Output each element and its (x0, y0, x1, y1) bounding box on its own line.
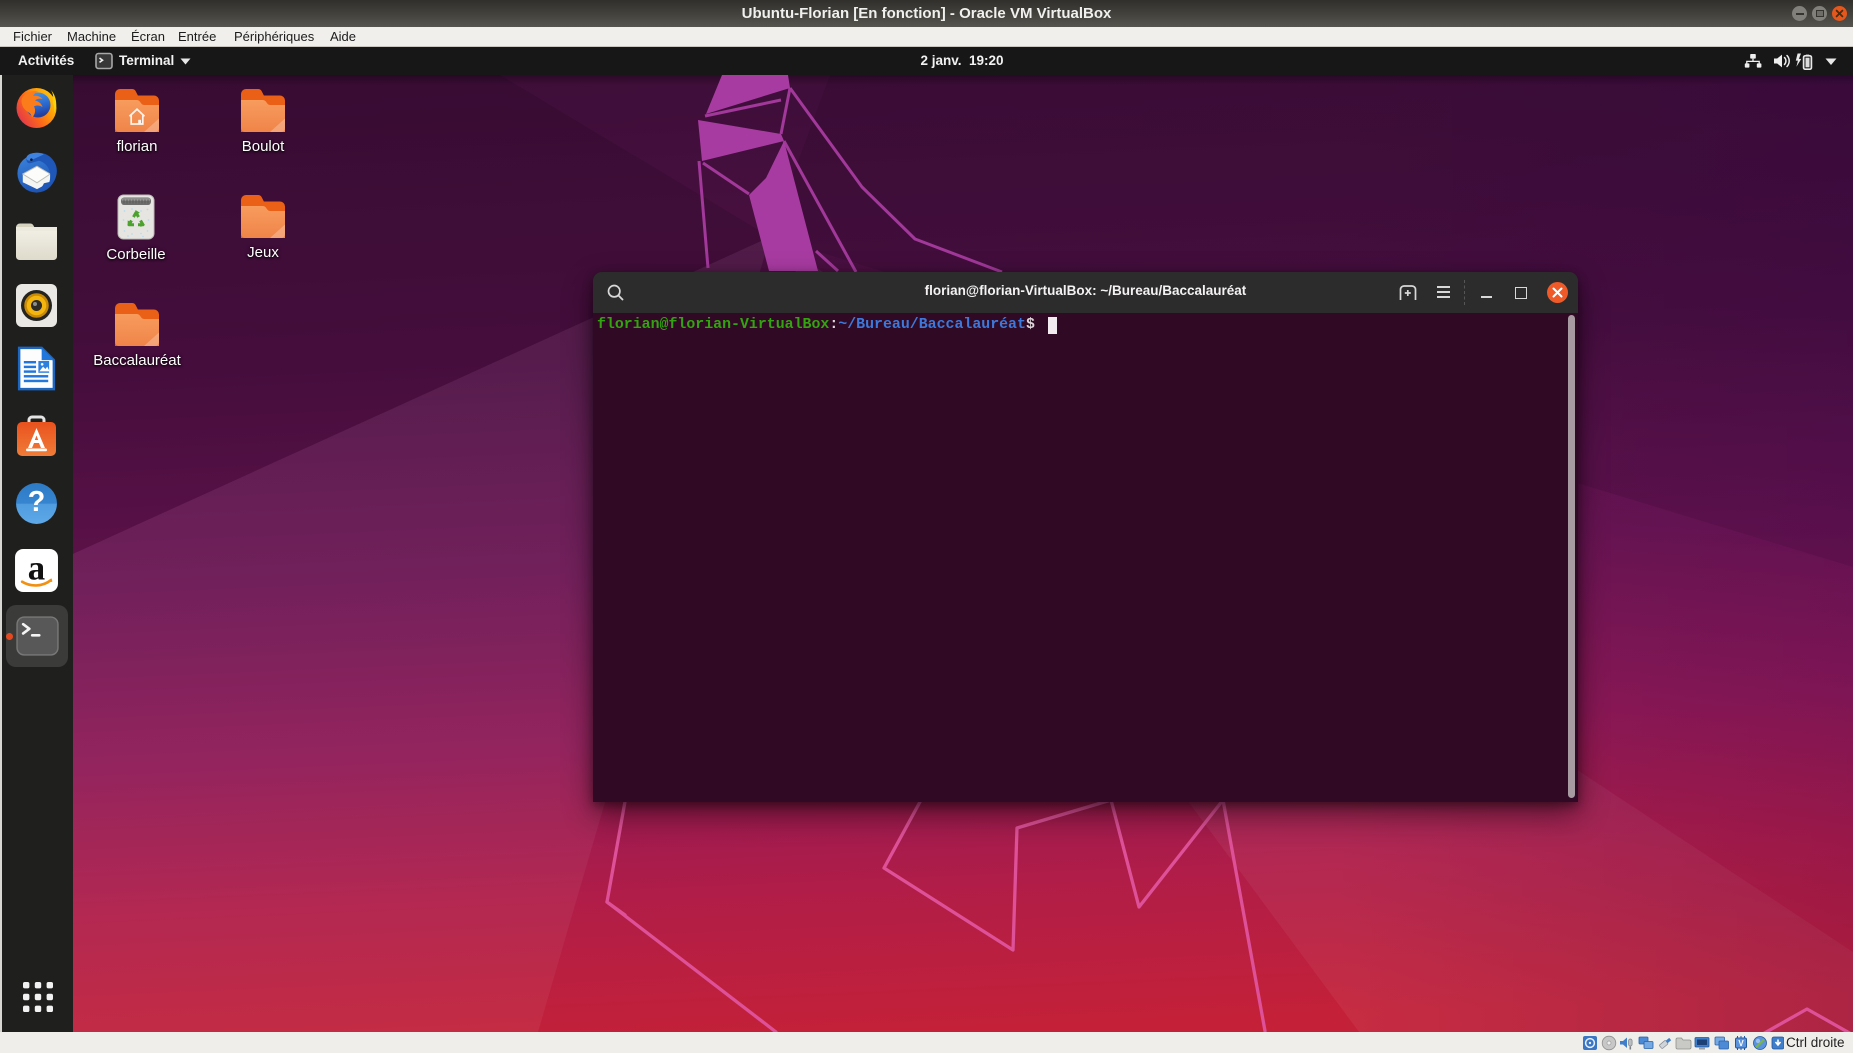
svg-text:?: ? (28, 486, 46, 518)
svg-text:V: V (1738, 1039, 1744, 1048)
svg-text:a: a (28, 549, 45, 588)
